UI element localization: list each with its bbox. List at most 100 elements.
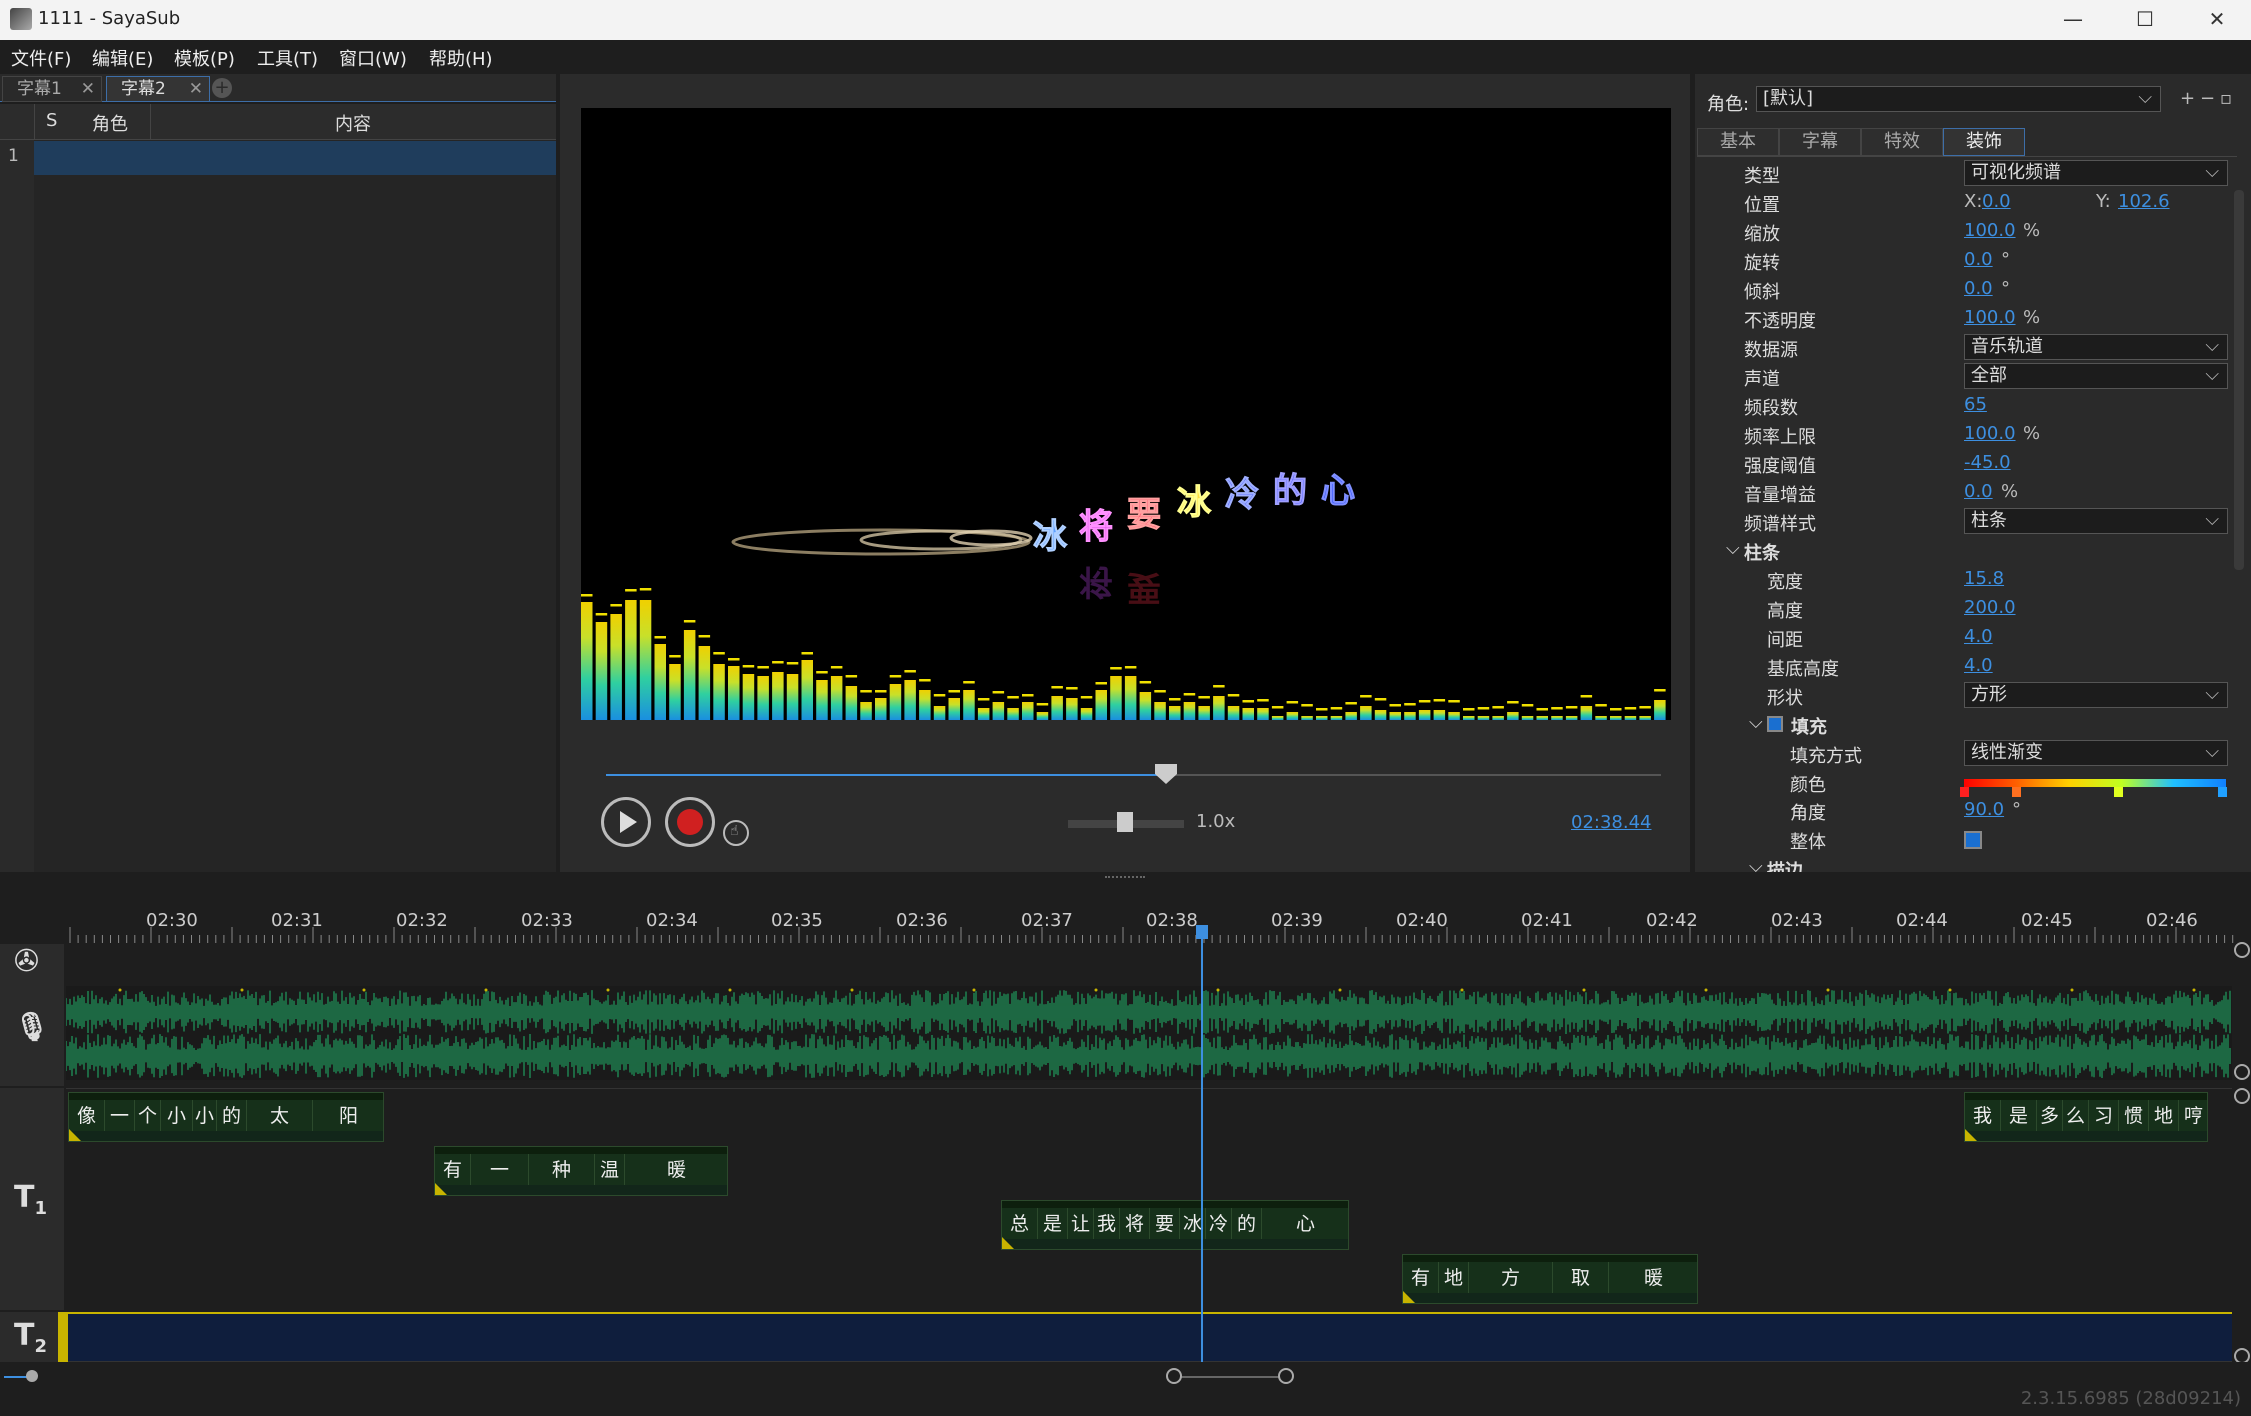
syllable[interactable]: 一 <box>105 1100 135 1132</box>
audio-waveform[interactable] <box>66 986 2232 1080</box>
syllable[interactable]: 要 <box>1150 1208 1180 1240</box>
tab-subtitle[interactable]: 字幕 <box>1779 128 1861 156</box>
prop-value[interactable]: 0.0 <box>1964 278 1993 299</box>
menu-template[interactable]: 模板(P) <box>174 45 235 71</box>
syllable[interactable]: 将 <box>1120 1208 1150 1240</box>
track-handle[interactable] <box>2234 942 2250 958</box>
record-button[interactable] <box>665 797 715 847</box>
seek-progress[interactable] <box>606 774 1166 776</box>
syllable[interactable]: 总 <box>1002 1208 1038 1240</box>
minimize-button[interactable]: — <box>2040 0 2106 40</box>
position-x-value[interactable]: 0.0 <box>1982 191 2011 212</box>
subtitle-block[interactable]: 我是多么习惯地哼 <box>1964 1092 2208 1142</box>
playhead-handle[interactable] <box>1196 925 1208 939</box>
gradient-color-bar[interactable] <box>1964 779 2226 787</box>
syllable[interactable]: 一 <box>471 1154 529 1186</box>
add-tab-icon[interactable]: + <box>212 78 232 98</box>
prop-value[interactable]: 200.0 <box>1964 597 2016 618</box>
text-track-2-icon[interactable]: T2 <box>14 1318 47 1357</box>
splitter-handle[interactable] <box>1105 876 1145 880</box>
subtitle-block[interactable]: 总是让我将要冰冷的心 <box>1001 1200 1349 1250</box>
track-handle[interactable] <box>2234 1088 2250 1104</box>
start-marker-icon[interactable] <box>1403 1291 1415 1303</box>
menu-help[interactable]: 帮助(H) <box>429 45 493 71</box>
fill-checkbox[interactable] <box>1767 716 1783 732</box>
syllable[interactable]: 暖 <box>1609 1262 1697 1294</box>
menu-edit[interactable]: 编辑(E) <box>92 45 153 71</box>
syllable[interactable]: 的 <box>1232 1208 1262 1240</box>
prop-value[interactable]: 90.0 <box>1964 799 2004 820</box>
syllable[interactable]: 惯 <box>2119 1100 2149 1132</box>
track-handle[interactable] <box>2234 1064 2250 1080</box>
start-marker-icon[interactable] <box>1002 1237 1014 1249</box>
syllable[interactable]: 小 <box>193 1100 217 1132</box>
syllable[interactable]: 我 <box>1094 1208 1120 1240</box>
tab-decoration[interactable]: 装饰 <box>1943 128 2025 156</box>
position-y-value[interactable]: 102.6 <box>2118 191 2170 212</box>
tab-effects[interactable]: 特效 <box>1861 128 1943 156</box>
prop-dropdown[interactable]: 音乐轨道 ⌵ <box>1964 334 2228 360</box>
start-marker-icon[interactable] <box>69 1129 81 1141</box>
seek-handle[interactable] <box>1155 764 1177 784</box>
syllable[interactable]: 个 <box>135 1100 161 1132</box>
subtitle-block[interactable]: 像一个小小的太阳 <box>68 1092 384 1142</box>
syllable[interactable]: 多 <box>2037 1100 2063 1132</box>
syllable[interactable]: 有 <box>435 1154 471 1186</box>
syllable[interactable]: 我 <box>1965 1100 2001 1132</box>
syllable[interactable]: 是 <box>2001 1100 2037 1132</box>
speed-slider-thumb[interactable] <box>1117 812 1133 832</box>
video-preview[interactable]: 冰 将 要 冰 冷 的 心 将 要 <box>581 108 1671 720</box>
subtitle-block[interactable]: 有一种温暖 <box>434 1146 728 1196</box>
prop-dropdown[interactable]: 线性渐变 ⌵ <box>1964 740 2228 766</box>
role-dropdown[interactable]: [默认] ⌵ <box>1756 86 2161 112</box>
syllable[interactable]: 像 <box>69 1100 105 1132</box>
syllable[interactable]: 冷 <box>1206 1208 1232 1240</box>
film-reel-icon[interactable]: ✇ <box>14 944 39 979</box>
prop-dropdown[interactable]: 可视化频谱 ⌵ <box>1964 160 2228 186</box>
syllable[interactable]: 阳 <box>313 1100 383 1132</box>
subtitle-list[interactable] <box>0 140 556 872</box>
prop-value[interactable]: 100.0 <box>1964 423 2016 444</box>
seek-track[interactable] <box>1166 774 1661 776</box>
column-content[interactable]: 内容 <box>335 110 371 136</box>
prop-dropdown[interactable]: 方形 ⌵ <box>1964 682 2228 708</box>
expand-chevron-icon[interactable]: ⌵ <box>1726 538 1740 559</box>
prop-dropdown[interactable]: 柱条 ⌵ <box>1964 508 2228 534</box>
playhead[interactable] <box>1201 930 1203 1362</box>
current-time[interactable]: 02:38.44 <box>1571 812 1652 833</box>
syllable[interactable]: 地 <box>1439 1262 1469 1294</box>
close-icon[interactable]: ✕ <box>189 77 203 101</box>
prop-dropdown[interactable]: 全部 ⌵ <box>1964 363 2228 389</box>
syllable[interactable]: 么 <box>2063 1100 2089 1132</box>
syllable[interactable]: 取 <box>1553 1262 1609 1294</box>
properties-scrollbar[interactable] <box>2234 190 2244 570</box>
close-button[interactable]: ✕ <box>2184 0 2250 40</box>
remove-role-button[interactable]: − <box>2200 88 2215 109</box>
gradient-stop[interactable] <box>2114 787 2123 797</box>
tab-basic[interactable]: 基本 <box>1697 128 1779 156</box>
gradient-stop[interactable] <box>2012 787 2021 797</box>
subtitle-block[interactable]: 有地方取暖 <box>1402 1254 1698 1304</box>
prop-value[interactable]: 15.8 <box>1964 568 2004 589</box>
menu-tools[interactable]: 工具(T) <box>257 45 318 71</box>
start-marker-icon[interactable] <box>1965 1129 1977 1141</box>
prop-value[interactable]: 100.0 <box>1964 220 2016 241</box>
scroll-handle-right[interactable] <box>1278 1368 1294 1384</box>
syllable[interactable]: 哼 <box>2179 1100 2207 1132</box>
scroll-handle-left[interactable] <box>1166 1368 1182 1384</box>
syllable[interactable]: 习 <box>2089 1100 2119 1132</box>
play-button[interactable] <box>601 797 651 847</box>
menu-file[interactable]: 文件(F) <box>11 45 71 71</box>
column-role[interactable]: 角色 <box>92 110 128 136</box>
menu-window[interactable]: 窗口(W) <box>339 45 407 71</box>
syllable[interactable]: 地 <box>2149 1100 2179 1132</box>
syllable[interactable]: 暖 <box>625 1154 727 1186</box>
subtitle-track-1[interactable] <box>66 1088 2232 1310</box>
prop-value[interactable]: 4.0 <box>1964 655 1993 676</box>
tab-subtitle-2[interactable]: 字幕2 ✕ <box>106 76 210 102</box>
prop-value[interactable]: 0.0 <box>1964 249 1993 270</box>
tab-subtitle-1[interactable]: 字幕1 ✕ <box>2 76 102 102</box>
prop-value[interactable]: 100.0 <box>1964 307 2016 328</box>
prop-value[interactable]: 4.0 <box>1964 626 1993 647</box>
expand-chevron-icon[interactable]: ⌵ <box>1749 712 1763 733</box>
